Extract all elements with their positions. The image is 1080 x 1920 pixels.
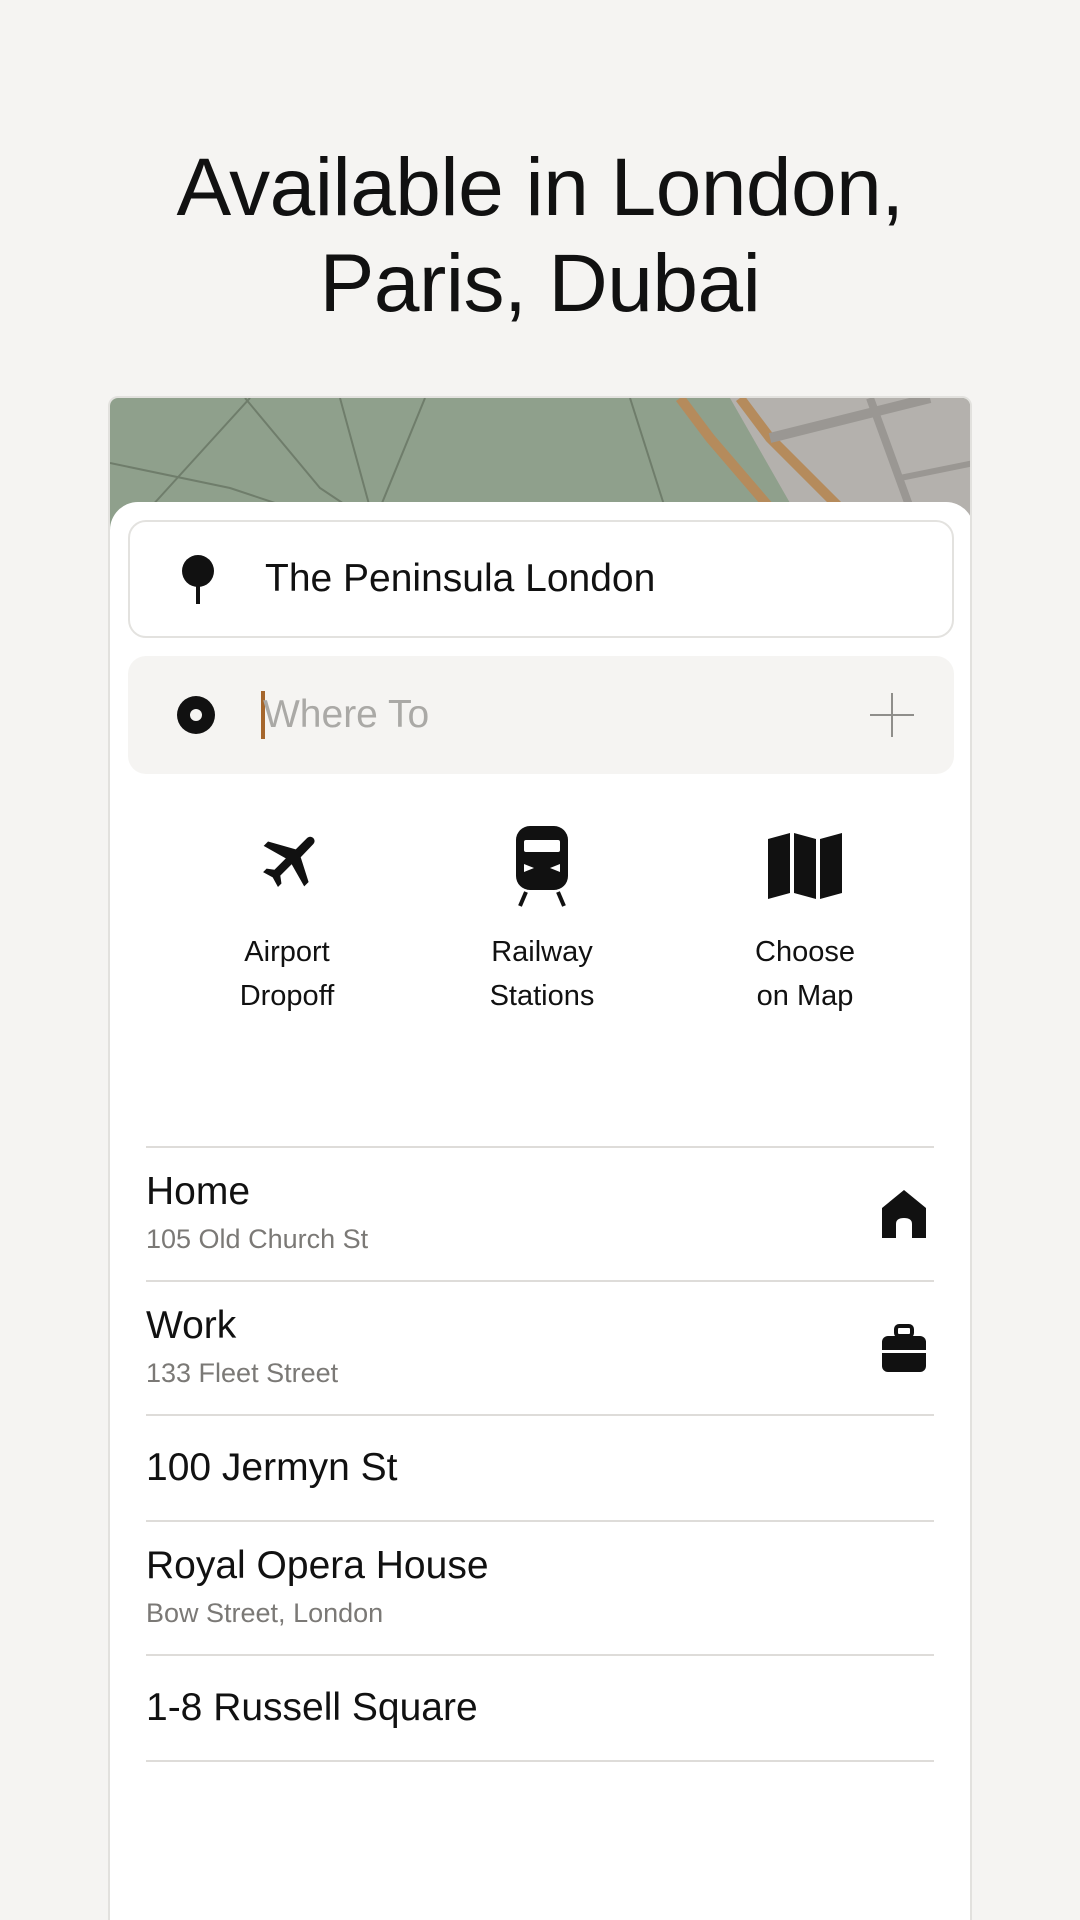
list-item-royal-opera-house[interactable]: Royal Opera House Bow Street, London [146,1520,934,1654]
railway-stations-button[interactable]: Railway Stations [432,824,652,1018]
airport-label-line-2: Dropoff [239,980,335,1012]
plus-icon[interactable] [868,691,916,739]
headline: Available in London, Paris, Dubai [0,140,1080,332]
pickup-field[interactable]: The Peninsula London [128,520,954,638]
list-item-jermyn[interactable]: 100 Jermyn St [146,1414,934,1520]
list-item-work[interactable]: Work 133 Fleet Street [146,1280,934,1414]
place-title: Work [146,1304,237,1347]
place-subtitle: 105 Old Church St [146,1224,369,1254]
pickup-location: The Peninsula London [265,557,656,600]
choose-on-map-label: Choose on Map [755,930,855,1018]
airport-label-line-1: Airport [244,936,330,968]
list-item-home[interactable]: Home 105 Old Church St [146,1146,934,1280]
place-title: 1-8 Russell Square [146,1686,478,1729]
place-subtitle: Bow Street, London [146,1598,384,1628]
target-dot-icon [176,691,216,739]
booking-sheet: The Peninsula London Where To Airport Dr… [110,502,970,1920]
where-to-input[interactable]: Where To [128,656,954,774]
place-title: 100 Jermyn St [146,1446,398,1489]
headline-line-1: Available in London, [176,142,904,233]
place-title: Home [146,1170,251,1213]
railway-label-line-1: Railway [491,936,593,968]
railway-stations-label: Railway Stations [490,930,595,1018]
choose-on-map-button[interactable]: Choose on Map [695,824,915,1018]
airplane-icon [247,824,327,908]
airport-dropoff-label: Airport Dropoff [240,930,335,1018]
map-icon [765,824,845,908]
house-icon [880,1188,928,1240]
briefcase-icon [880,1322,928,1374]
place-title: Royal Opera House [146,1544,489,1587]
railway-label-line-2: Stations [489,980,595,1012]
app-preview: The Peninsula London Where To Airport Dr… [108,396,972,1920]
place-subtitle: 133 Fleet Street [146,1358,339,1388]
map-label-line-2: on Map [756,980,854,1012]
list-divider [146,1760,934,1762]
airport-dropoff-button[interactable]: Airport Dropoff [177,824,397,1018]
shortcut-row: Airport Dropoff Railway Stations Choose … [110,824,970,1034]
saved-places-list: Home 105 Old Church St Work 133 Fleet St… [146,1146,934,1762]
headline-line-2: Paris, Dubai [319,238,761,329]
list-item-russell-square[interactable]: 1-8 Russell Square [146,1654,934,1760]
where-to-placeholder: Where To [263,693,430,736]
map-label-line-1: Choose [755,936,855,968]
pin-icon [178,555,218,604]
train-icon [502,824,582,908]
